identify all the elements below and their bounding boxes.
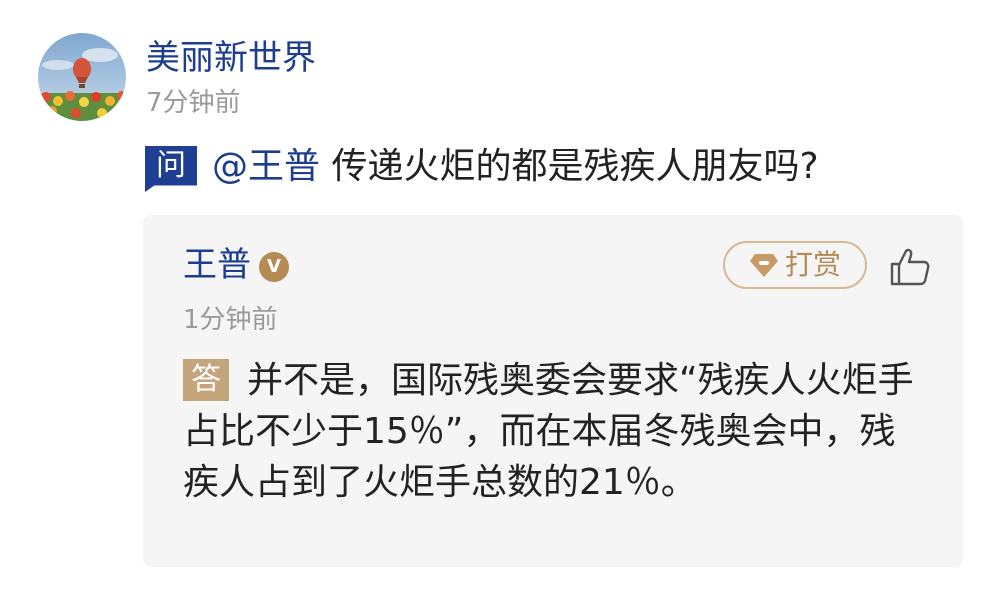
thumbs-up-icon: [890, 248, 930, 286]
answer-badge: 答: [183, 359, 229, 401]
verified-badge-icon: V: [259, 252, 289, 282]
tip-button[interactable]: 打赏: [723, 241, 867, 289]
answer-card: 王普 V 打赏 1分钟前 答并不是，国际残奥委会要求“残疾人火炬手占比不少于15…: [143, 215, 963, 567]
question-badge: 问: [145, 146, 197, 192]
gem-icon: [749, 254, 778, 277]
question-line: @王普 传递火炬的都是残疾人朋友吗?: [212, 143, 819, 191]
answer-text: 并不是，国际残奥委会要求“残疾人火炬手占比不少于15％”，而在本届冬残奥会中，残…: [183, 360, 914, 503]
answer-timestamp: 1分钟前: [183, 305, 278, 335]
answer-body: 答并不是，国际残奥委会要求“残疾人火炬手占比不少于15％”，而在本届冬残奥会中，…: [183, 355, 923, 508]
balloon-tulip-avatar-icon: [38, 33, 126, 121]
post-username[interactable]: 美丽新世界: [146, 36, 316, 80]
post-timestamp: 7分钟前: [146, 88, 241, 118]
answerer-name[interactable]: 王普: [183, 243, 251, 287]
mention-link[interactable]: @王普: [212, 146, 320, 187]
like-button[interactable]: [889, 247, 931, 287]
question-text: 传递火炬的都是残疾人朋友吗?: [320, 146, 819, 187]
tip-label: 打赏: [784, 248, 841, 281]
user-avatar[interactable]: [38, 33, 126, 121]
